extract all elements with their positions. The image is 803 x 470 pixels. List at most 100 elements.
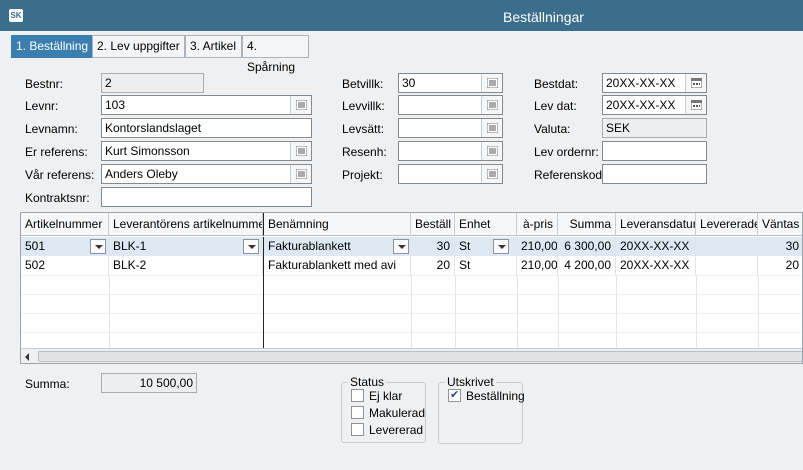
makulerad-checkbox[interactable]	[351, 406, 364, 419]
list-icon	[487, 123, 498, 133]
order-lines-grid[interactable]: Artikelnummer Leverantörens artikelnumme…	[20, 212, 803, 364]
summa-value: 10 500,00	[139, 376, 193, 390]
col-header-enhet[interactable]: Enhet	[455, 213, 517, 236]
tab-bestallning[interactable]: 1. Beställning	[11, 35, 92, 58]
cell-vantas[interactable]: 30	[758, 237, 802, 256]
calendar-icon	[691, 78, 702, 88]
list-icon	[487, 78, 498, 88]
status-group: Status Ej klar Makulerad Levererad	[341, 375, 426, 443]
bestdat-field[interactable]: 20XX-XX-XX	[602, 73, 707, 93]
var-referens-field[interactable]: Anders Oleby	[101, 164, 312, 184]
var-referens-label: Vår referens:	[25, 168, 95, 182]
col-header-a-pris[interactable]: à-pris	[517, 213, 558, 236]
var-referens-lookup-button[interactable]	[290, 165, 311, 183]
list-icon	[487, 146, 498, 156]
cell-bestall[interactable]: 30	[411, 237, 455, 256]
var-referens-value: Anders Oleby	[105, 167, 178, 181]
cell-benamning[interactable]: Fakturablankett	[263, 237, 411, 256]
cell-lev-artikelnummer[interactable]: BLK-1	[109, 237, 263, 256]
levererad-checkbox[interactable]	[351, 423, 364, 436]
col-header-vantas[interactable]: Väntas	[758, 213, 802, 236]
er-referens-lookup-button[interactable]	[290, 142, 311, 160]
lev-ordernr-field[interactable]	[602, 141, 707, 161]
cell-benamning[interactable]: Fakturablankett med avi	[263, 256, 411, 275]
row-divider	[21, 275, 802, 276]
col-divider	[758, 275, 759, 349]
cell-levererade[interactable]	[696, 237, 758, 256]
summa-field: 10 500,00	[101, 373, 197, 393]
cell-leveransdatum[interactable]: 20XX-XX-XX	[616, 256, 696, 275]
ej-klar-checkbox[interactable]	[351, 389, 364, 402]
app-logo-icon: SK	[9, 9, 23, 22]
cell-artikelnummer[interactable]: 502	[21, 256, 109, 275]
levdat-label: Lev dat:	[534, 99, 577, 113]
horizontal-scrollbar[interactable]	[21, 348, 802, 363]
er-referens-label: Er referens:	[25, 145, 88, 159]
cell-lev-artikelnummer[interactable]: BLK-2	[109, 256, 263, 275]
cell-vantas[interactable]: 20	[758, 256, 802, 275]
kontraktsnr-label: Kontraktsnr:	[25, 191, 90, 205]
list-icon	[296, 100, 307, 110]
referenskod-field[interactable]	[602, 164, 707, 184]
bestdat-calendar-button[interactable]	[685, 74, 706, 92]
col-header-summa[interactable]: Summa	[558, 213, 616, 236]
betvillk-lookup-button[interactable]	[481, 74, 502, 92]
cell-summa[interactable]: 6 300,00	[558, 237, 616, 256]
cell-leveransdatum[interactable]: 20XX-XX-XX	[616, 237, 696, 256]
tab-artikel[interactable]: 3. Artikel	[185, 35, 242, 58]
levnamn-value: Kontorslandslaget	[105, 121, 202, 135]
cell-levererade[interactable]	[696, 256, 758, 275]
levnamn-field[interactable]: Kontorslandslaget	[101, 118, 312, 138]
cell-enhet[interactable]: St	[455, 256, 517, 275]
col-header-benamning[interactable]: Benämning	[263, 213, 411, 236]
kontraktsnr-field[interactable]	[101, 187, 312, 207]
levnr-lookup-button[interactable]	[290, 96, 311, 114]
valuta-value: SEK	[606, 121, 631, 135]
tab-lev-uppgifter[interactable]: 2. Lev uppgifter	[92, 35, 185, 58]
cell-bestall[interactable]: 20	[411, 256, 455, 275]
projekt-label: Projekt:	[342, 168, 383, 182]
levsatt-lookup-button[interactable]	[481, 119, 502, 137]
levsatt-field[interactable]	[398, 118, 503, 138]
er-referens-field[interactable]: Kurt Simonsson	[101, 141, 312, 161]
cell-summa[interactable]: 4 200,00	[558, 256, 616, 275]
levvillk-field[interactable]	[398, 95, 503, 115]
cell-a-pris[interactable]: 210,00	[517, 256, 558, 275]
list-icon	[296, 146, 307, 156]
table-row[interactable]: 501 BLK-1 Fakturablankett 30 St 210,00 6…	[21, 237, 802, 256]
utskrivet-group-label: Utskrivet	[445, 375, 496, 389]
bestnr-value: 2	[105, 76, 112, 90]
bestallning-checkbox[interactable]	[448, 388, 461, 402]
arrow-left-icon[interactable]	[25, 353, 29, 361]
projekt-lookup-button[interactable]	[481, 165, 502, 183]
resenh-field[interactable]	[398, 141, 503, 161]
row-divider	[21, 332, 802, 333]
col-header-bestall[interactable]: Beställ	[411, 213, 455, 236]
levdat-field[interactable]: 20XX-XX-XX	[602, 95, 707, 115]
levdat-calendar-button[interactable]	[685, 96, 706, 114]
col-header-leveransdatum[interactable]: Leveransdatum	[616, 213, 696, 236]
levnr-field[interactable]: 103	[101, 95, 312, 115]
levvillk-lookup-button[interactable]	[481, 96, 502, 114]
chevron-down-icon[interactable]	[243, 239, 259, 254]
tab-sparning[interactable]: 4. Spårning	[242, 35, 309, 74]
levnamn-label: Levnamn:	[25, 122, 78, 136]
resenh-label: Resenh:	[342, 145, 387, 159]
table-row[interactable]: 502 BLK-2 Fakturablankett med avi 20 St …	[21, 256, 802, 275]
resenh-lookup-button[interactable]	[481, 142, 502, 160]
col-header-lev-artikelnummer[interactable]: Leverantörens artikelnummer	[109, 213, 263, 236]
chevron-down-icon[interactable]	[90, 239, 106, 254]
col-divider	[616, 275, 617, 349]
cell-a-pris[interactable]: 210,00	[517, 237, 558, 256]
scrollbar-thumb[interactable]	[38, 351, 802, 362]
col-header-levererade[interactable]: Levererade	[696, 213, 758, 236]
chevron-down-icon[interactable]	[493, 239, 509, 254]
bestnr-field: 2	[101, 73, 204, 93]
row-divider	[21, 294, 802, 295]
projekt-field[interactable]	[398, 164, 503, 184]
col-divider	[263, 275, 264, 349]
col-header-artikelnummer[interactable]: Artikelnummer	[21, 213, 109, 236]
betvillk-field[interactable]: 30	[398, 73, 503, 93]
chevron-down-icon[interactable]	[393, 239, 409, 254]
utskrivet-group: Utskrivet Beställning	[438, 375, 525, 444]
